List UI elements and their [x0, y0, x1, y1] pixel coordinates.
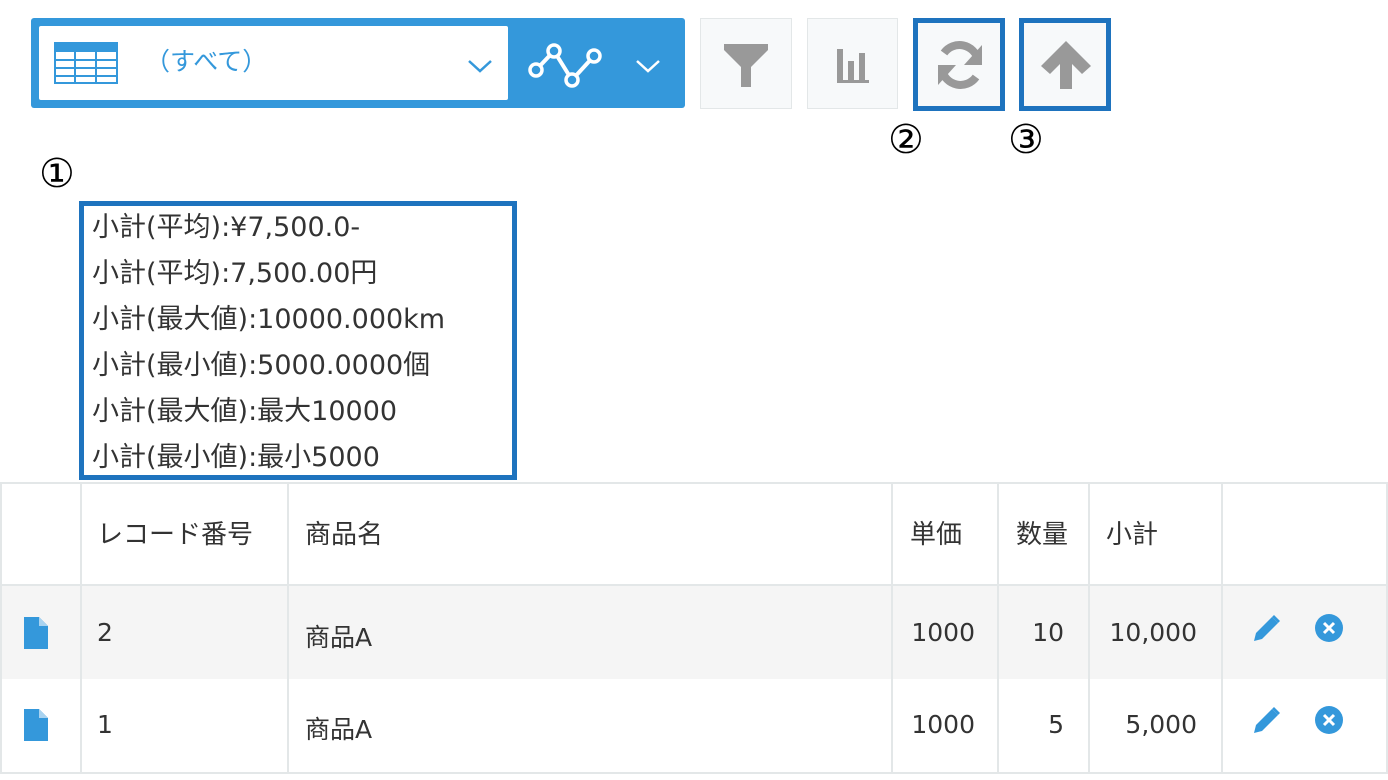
table-divider	[0, 482, 1388, 484]
record-detail-icon[interactable]	[24, 617, 48, 649]
edit-pencil-icon[interactable]	[1252, 613, 1282, 643]
column-header-unit-price[interactable]: 単価	[910, 514, 962, 551]
chevron-down-icon	[466, 58, 494, 74]
delete-x-icon[interactable]	[1314, 613, 1344, 643]
view-select-label: （すべて）	[145, 47, 268, 76]
table-divider	[0, 482, 2, 774]
annotation-number-2: ②	[888, 117, 924, 163]
table-divider	[1221, 482, 1223, 774]
annotation-box-2	[913, 18, 1005, 111]
aggregate-line: 小計(最小値):5000.0000個	[92, 350, 431, 381]
table-view-icon	[54, 42, 118, 84]
cell-subtotal: 5,000	[1125, 710, 1197, 739]
column-header-quantity[interactable]: 数量	[1016, 514, 1068, 551]
column-header-product-name[interactable]: 商品名	[305, 514, 383, 551]
cell-product-name: 商品A	[305, 623, 373, 652]
table-divider	[287, 482, 289, 774]
aggregate-line: 小計(平均):¥7,500.0-	[92, 212, 361, 243]
record-table: レコード番号 商品名 単価 数量 小計 2 商品A 1000 10 10,000…	[0, 482, 1388, 776]
cell-record-number: 2	[97, 618, 113, 647]
cell-product-name: 商品A	[305, 715, 373, 744]
cell-quantity: 5	[1048, 710, 1064, 739]
chevron-down-icon[interactable]	[634, 58, 662, 74]
annotation-number-1: ①	[39, 151, 75, 197]
column-header-subtotal[interactable]: 小計	[1106, 514, 1158, 551]
cell-subtotal: 10,000	[1109, 618, 1197, 647]
aggregate-line: 小計(最小値):最小5000	[92, 442, 380, 473]
table-divider	[80, 482, 82, 774]
edit-pencil-icon[interactable]	[1252, 705, 1282, 735]
cell-quantity: 10	[1032, 618, 1064, 647]
cell-unit-price: 1000	[911, 710, 975, 739]
line-graph-icon[interactable]	[524, 38, 606, 88]
bar-chart-icon	[834, 47, 872, 85]
table-divider	[0, 584, 1388, 586]
table-divider	[0, 772, 1388, 774]
aggregate-line: 小計(平均):7,500.00円	[92, 258, 378, 289]
cell-record-number: 1	[97, 710, 113, 739]
cell-unit-price: 1000	[911, 618, 975, 647]
chart-button[interactable]	[807, 18, 898, 109]
annotation-number-3: ③	[1008, 117, 1044, 163]
column-header-record-number[interactable]: レコード番号	[97, 514, 253, 551]
aggregate-line: 小計(最大値):10000.000km	[92, 304, 446, 335]
aggregate-line: 小計(最大値):最大10000	[92, 396, 398, 427]
delete-x-icon[interactable]	[1314, 705, 1344, 735]
filter-icon	[722, 41, 770, 89]
filter-button[interactable]	[700, 18, 792, 109]
annotation-box-3	[1019, 18, 1111, 111]
record-detail-icon[interactable]	[24, 709, 48, 741]
